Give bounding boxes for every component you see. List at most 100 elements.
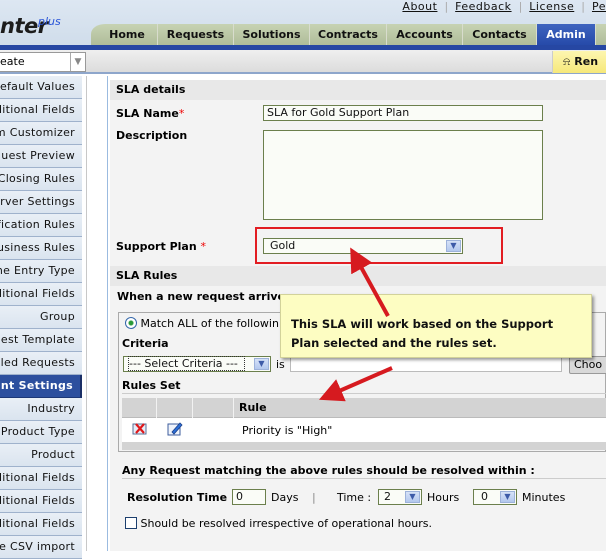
rules-set-label: Rules Set — [122, 379, 181, 392]
sla-name-input[interactable]: SLA for Gold Support Plan — [263, 105, 543, 121]
feedback-link[interactable]: Feedback — [455, 0, 511, 13]
tab-accounts[interactable]: Accounts — [387, 24, 463, 46]
criteria-label: Criteria — [122, 337, 169, 350]
divider — [122, 478, 606, 479]
about-link[interactable]: About — [402, 0, 437, 13]
operational-hours-label: Should be resolved irrespective of opera… — [140, 517, 433, 530]
resolution-time-label: Resolution Time : — [127, 491, 236, 504]
sidebar-item-label: ditional Fields — [0, 517, 75, 530]
operational-hours-checkbox[interactable] — [125, 517, 137, 529]
criteria-value-input[interactable] — [290, 356, 562, 372]
rules-table-footer — [122, 442, 606, 450]
logo-suffix: plus — [38, 15, 61, 28]
sidebar-item[interactable]: Product — [0, 444, 82, 467]
sidebar-item[interactable]: ditional Fields — [0, 467, 82, 490]
radio-selected-icon[interactable] — [125, 317, 137, 329]
sub-toolbar: eate ▼ ⍾ Ren — [0, 50, 606, 74]
support-plan-label: Support Plan * — [116, 240, 206, 253]
support-plan-select[interactable]: Gold ▼ — [263, 238, 463, 254]
sidebar-item-label: led Requests — [0, 356, 75, 369]
resolve-within-heading: Any Request matching the above rules sho… — [122, 464, 535, 477]
days-input[interactable]: 0 — [232, 489, 266, 505]
sidebar-item-label: le CSV import — [0, 540, 75, 553]
sidebar-item[interactable]: fication Rules — [0, 214, 82, 237]
tab-admin[interactable]: Admin — [537, 24, 596, 46]
chevron-down-icon: ▼ — [500, 491, 515, 503]
sidebar-item[interactable]: Closing Rules — [0, 168, 82, 191]
hours-value: 2 — [384, 490, 391, 503]
sidebar-item[interactable]: nt Settings — [0, 375, 82, 398]
description-textarea[interactable] — [263, 130, 543, 220]
tab-contacts[interactable]: Contacts — [463, 24, 537, 46]
sidebar-item[interactable]: le CSV import — [0, 536, 82, 559]
match-all-option[interactable]: Match ALL of the followin — [125, 317, 279, 330]
criteria-is-text: is — [276, 358, 285, 371]
sidebar-item[interactable]: ne Entry Type — [0, 260, 82, 283]
content-divider — [107, 76, 108, 551]
quick-create-select[interactable]: eate ▼ — [0, 52, 86, 72]
sidebar-item-label: Product — [31, 448, 75, 461]
sidebar-item[interactable]: quest Preview — [0, 145, 82, 168]
license-link[interactable]: License — [529, 0, 574, 13]
sidebar-item[interactable]: ditional Fields — [0, 99, 82, 122]
separator: | — [312, 491, 316, 504]
sla-name-label: SLA Name* — [116, 107, 184, 120]
criteria-select-value: --- Select Criteria --- — [128, 356, 245, 371]
sidebar-item[interactable]: Industry — [0, 398, 82, 421]
hours-select[interactable]: 2 ▼ — [378, 489, 422, 505]
sidebar-item-label: m Customizer — [0, 126, 75, 139]
new-request-label: When a new request arrives — [117, 290, 292, 303]
required-asterisk: * — [200, 240, 207, 253]
sidebar-item-label: ne Entry Type — [0, 264, 75, 277]
sidebar-item[interactable]: erver Settings — [0, 191, 82, 214]
sidebar-item[interactable]: led Requests — [0, 352, 82, 375]
tab-more[interactable] — [596, 24, 606, 46]
choose-button[interactable]: Choo — [569, 356, 606, 374]
delete-rule-button[interactable] — [122, 422, 157, 439]
sidebar-item-label: ditional Fields — [0, 494, 75, 507]
tab-solutions[interactable]: Solutions — [234, 24, 310, 46]
sidebar-item[interactable]: ditional Fields — [0, 513, 82, 536]
match-all-label: Match ALL of the followin — [140, 317, 279, 330]
sidebar-item-label: ditional Fields — [0, 471, 75, 484]
tab-requests[interactable]: Requests — [158, 24, 234, 46]
criteria-select[interactable]: --- Select Criteria --- ▼ — [123, 356, 271, 372]
chevron-down-icon: ▼ — [405, 491, 420, 503]
sidebar-item-label: quest Preview — [0, 149, 75, 162]
rules-table-header: Rule — [122, 398, 606, 418]
edit-pencil-icon — [167, 421, 183, 435]
personalize-link[interactable]: Pe — [592, 0, 606, 13]
rule-column-header: Rule — [239, 401, 267, 414]
sidebar-item[interactable]: m Customizer — [0, 122, 82, 145]
sidebar-item[interactable]: Product Type — [0, 421, 82, 444]
header-cell-delete — [122, 398, 157, 418]
minutes-select[interactable]: 0 ▼ — [473, 489, 517, 505]
days-label: Days — [271, 491, 299, 504]
chevron-down-icon: ▼ — [446, 240, 461, 252]
sidebar-item[interactable]: ditional Fields — [0, 283, 82, 306]
sidebar-item-label: est Template — [0, 333, 75, 346]
operational-hours-option[interactable]: Should be resolved irrespective of opera… — [125, 517, 432, 530]
tab-home[interactable]: Home — [91, 24, 158, 46]
link-separator: | — [444, 0, 449, 13]
sidebar-item-label: efault Values — [0, 80, 75, 93]
sidebar-item[interactable]: ditional Fields — [0, 490, 82, 513]
edit-rule-button[interactable] — [157, 421, 193, 439]
sidebar-item[interactable]: est Template — [0, 329, 82, 352]
sla-name-label-text: SLA Name — [116, 107, 179, 120]
sidebar-item[interactable]: Group — [0, 306, 82, 329]
minutes-value: 0 — [481, 490, 488, 503]
sidebar-item-label: usiness Rules — [0, 241, 75, 254]
sidebar-item-label: ditional Fields — [0, 287, 75, 300]
sidebar-item[interactable]: efault Values — [0, 76, 82, 99]
tab-contracts[interactable]: Contracts — [310, 24, 387, 46]
reminders-button[interactable]: ⍾ Ren — [552, 51, 606, 73]
support-plan-value: Gold — [270, 239, 296, 252]
link-separator: | — [581, 0, 585, 13]
hours-label: Hours — [427, 491, 460, 504]
sidebar-item-label: Closing Rules — [0, 172, 75, 185]
sidebar-item[interactable]: usiness Rules — [0, 237, 82, 260]
sla-rules-heading: SLA Rules — [110, 266, 606, 286]
minutes-label: Minutes — [522, 491, 566, 504]
top-links: About | Feedback | License | Pe — [402, 0, 606, 14]
